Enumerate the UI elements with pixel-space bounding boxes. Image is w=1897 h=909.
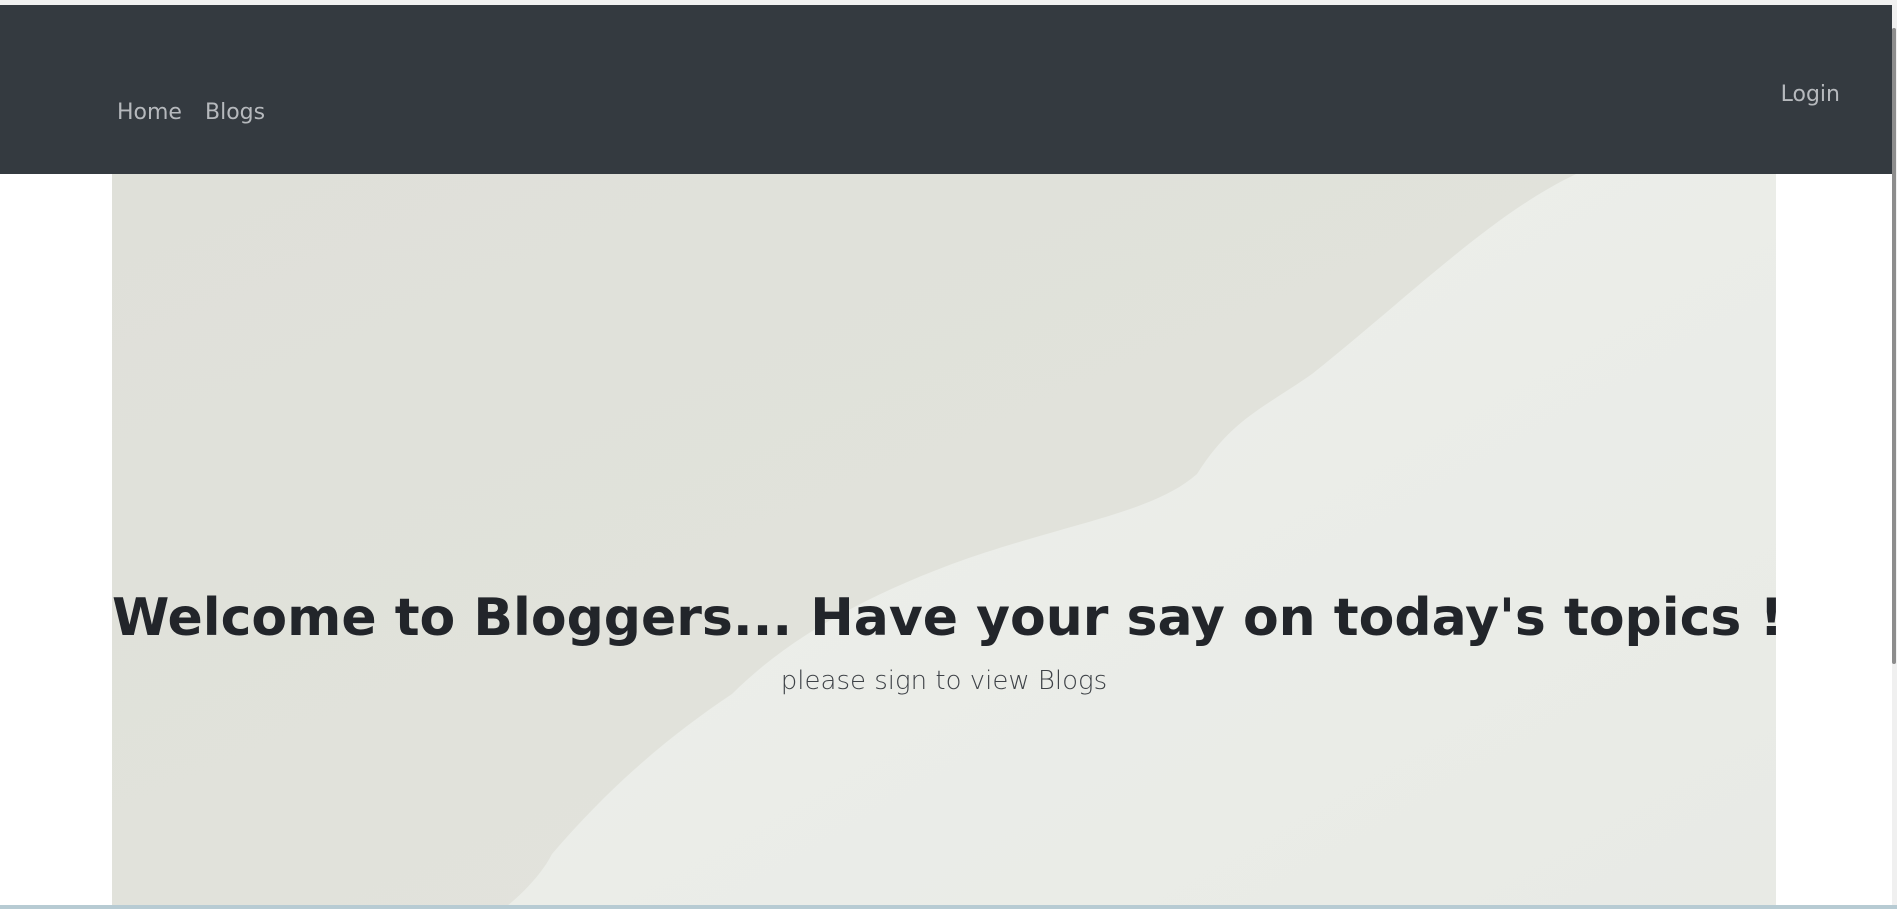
hero-background-image — [112, 174, 1776, 906]
window-bottom-border — [0, 905, 1897, 909]
page: Home Blogs Login Welcome to Bloggers... … — [0, 0, 1897, 909]
login-link[interactable]: Login — [1781, 84, 1840, 106]
navbar: Home Blogs Login — [0, 5, 1892, 174]
hero-title: Welcome to Bloggers... Have your say on … — [112, 587, 1776, 648]
hero-banner: Welcome to Bloggers... Have your say on … — [112, 174, 1776, 906]
nav-link-home[interactable]: Home — [117, 102, 182, 124]
nav-link-blogs[interactable]: Blogs — [205, 102, 265, 124]
hero-subtitle: please sign to view Blogs — [780, 666, 1108, 696]
vertical-scrollbar-thumb[interactable] — [1892, 28, 1896, 664]
